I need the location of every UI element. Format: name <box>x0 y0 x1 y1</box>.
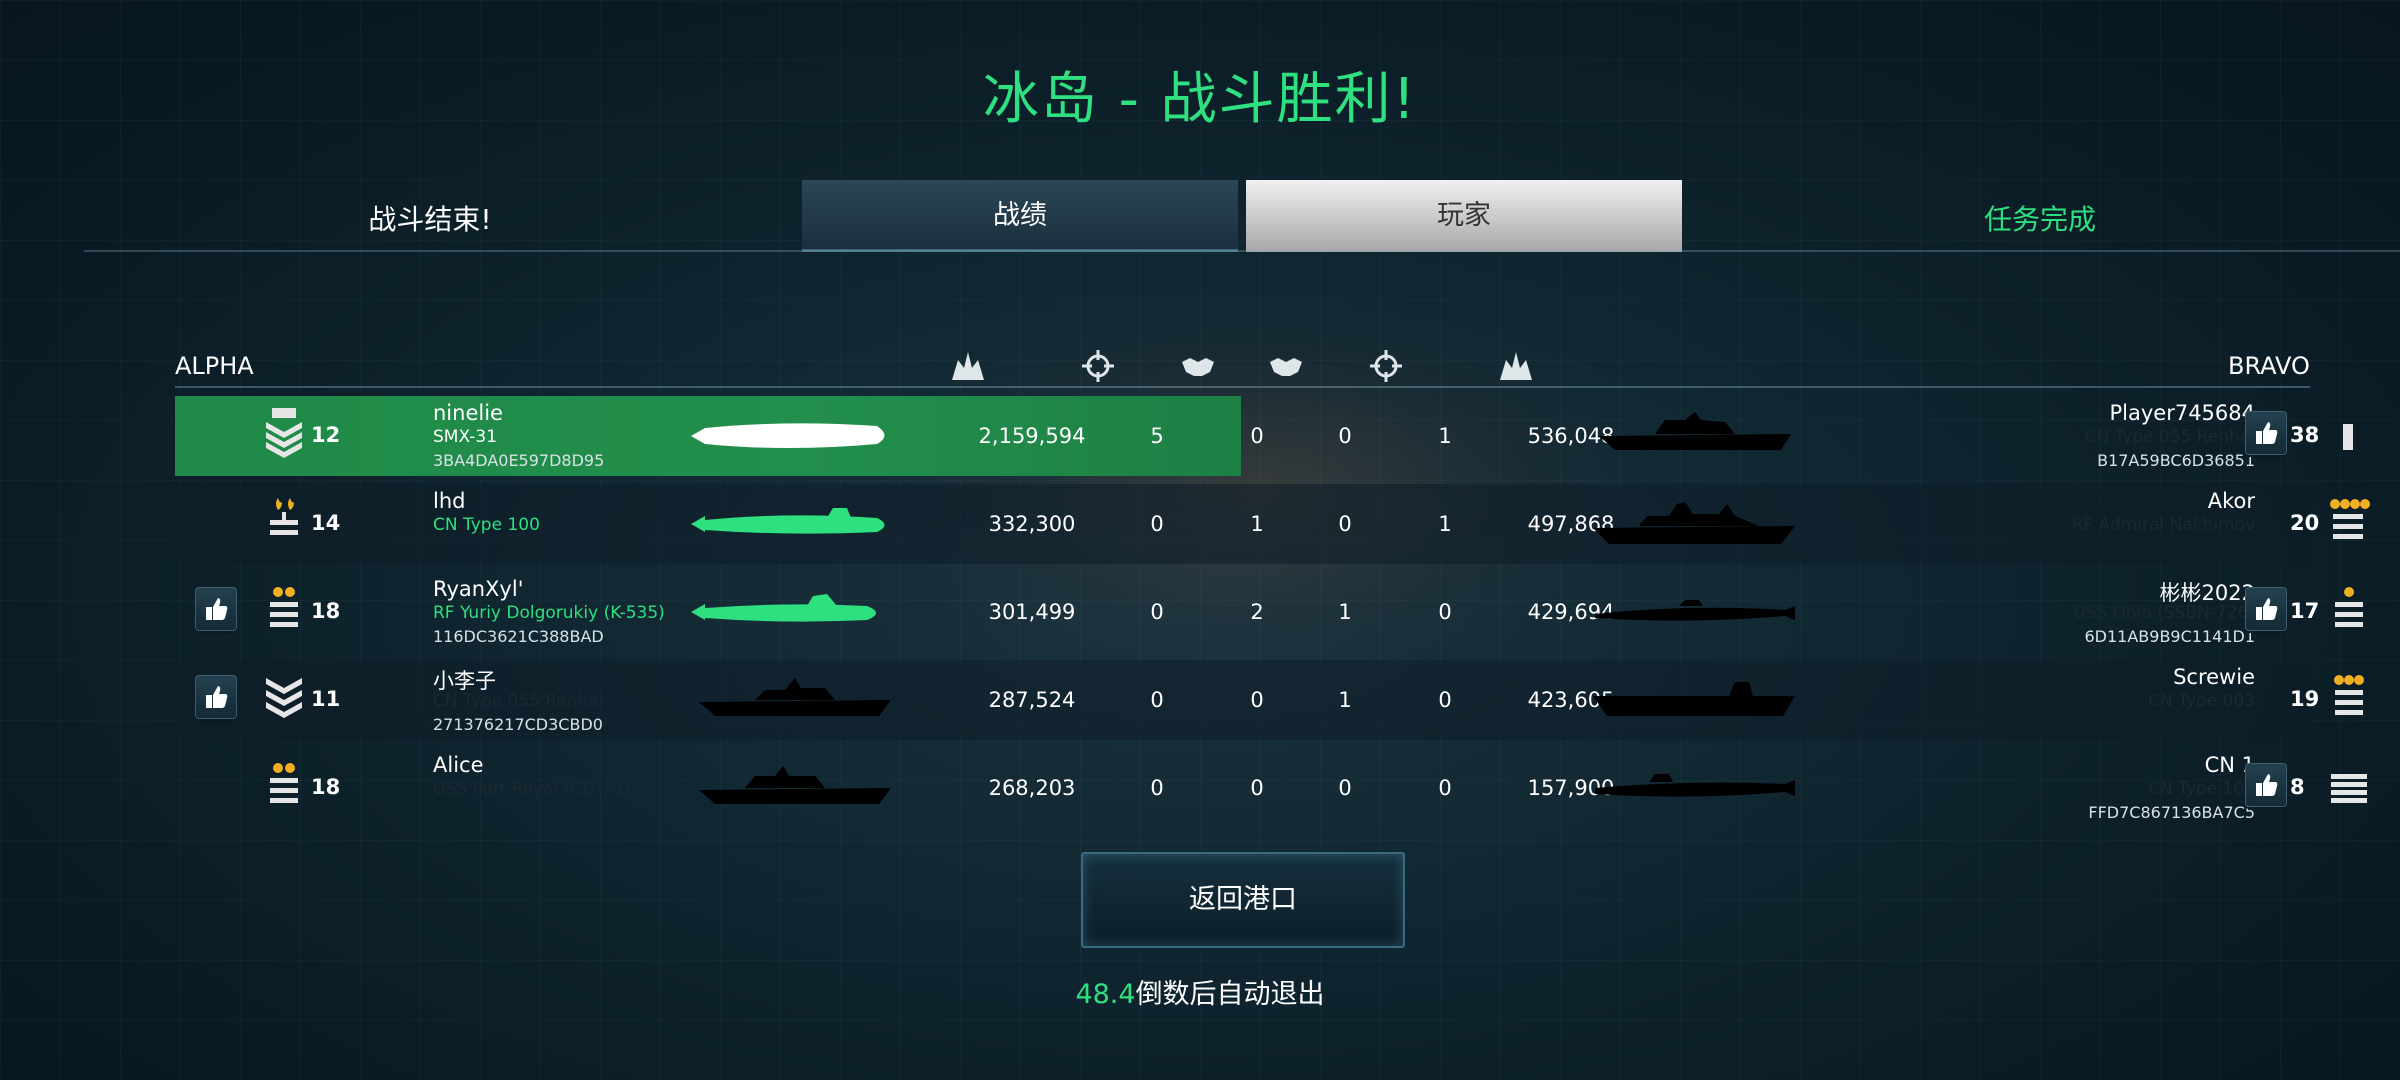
kills-value: 0 <box>1438 688 1452 712</box>
two-medal-rank-icon <box>260 758 308 818</box>
player-id: FFD7C867136BA7C5 <box>2088 803 2255 822</box>
submarine-silhouette <box>691 508 885 534</box>
battle-result-title: 冰岛 - 战斗胜利! <box>982 67 1418 132</box>
one-medal-rank-icon <box>2325 582 2373 642</box>
team-bravo-label: BRAVO <box>2228 352 2310 380</box>
submarine-silhouette <box>691 423 885 448</box>
battle-over-label: 战斗结束! <box>368 203 492 236</box>
player-level: 14 <box>311 511 341 535</box>
damage-value: 2,159,594 <box>978 424 1086 448</box>
tab-players[interactable]: 玩家 <box>1246 180 1682 252</box>
kills-value: 1 <box>1438 424 1452 448</box>
player-level: 18 <box>311 599 341 623</box>
assist-icon <box>1268 348 1304 384</box>
chevron-rank-icon <box>260 670 308 730</box>
countdown-text: 倒数后自动退出 <box>1135 979 1325 1010</box>
table-row: 12 ninelie SMX-31 3BA4DA0E597D8D95 2,159… <box>175 396 2353 476</box>
four-medal-rank-icon <box>2325 494 2373 554</box>
stripes-rank-icon <box>2325 758 2373 818</box>
return-to-port-button[interactable]: 返回港口 <box>1081 852 1405 948</box>
table-row: 14 lhd CN Type 100 332,300 0 1 0 1 497,8… <box>175 484 2370 564</box>
player-name: CN 1 <box>2204 753 2255 777</box>
damage-value: 268,203 <box>988 776 1076 800</box>
player-name: Screwie <box>2173 665 2255 689</box>
ship-name: SMX-31 <box>433 427 498 447</box>
player-level: 17 <box>2290 599 2320 623</box>
tab-stats[interactable]: 战绩 <box>802 180 1238 252</box>
auto-exit-countdown: 48.4倒数后自动退出 <box>0 972 2400 1011</box>
three-medal-rank-icon <box>2325 670 2373 730</box>
player-level: 38 <box>2290 423 2320 447</box>
ship-name: CN Type 100 <box>2148 779 2255 799</box>
two-medal-rank-icon <box>260 582 308 642</box>
ship-name: CN Type 055 Renhai <box>2084 427 2256 447</box>
mission-complete-label[interactable]: 任务完成 <box>1940 198 2140 238</box>
player-name: Player745684 <box>2109 401 2255 425</box>
like-button[interactable] <box>2245 763 2287 807</box>
player-id: B17A59BC6D36851 <box>2097 451 2255 470</box>
player-name: Alice <box>433 753 484 777</box>
player-id: 271376217CD3CBD0 <box>433 715 603 734</box>
player-id: 116DC3621C388BAD <box>433 627 604 646</box>
chevron-rank-icon <box>260 406 308 466</box>
target-icon <box>1080 348 1116 384</box>
damage-icon <box>1498 348 1534 384</box>
team-alpha-label: ALPHA <box>175 352 254 380</box>
ship-name: CN Type 100 <box>433 515 540 535</box>
ship-silhouette <box>699 678 891 716</box>
player-level: 19 <box>2290 687 2320 711</box>
target-icon <box>1368 348 1404 384</box>
ship-silhouette <box>1593 502 1795 544</box>
submarine-silhouette <box>1595 774 1795 797</box>
player-name: Akor <box>2207 489 2255 513</box>
like-button[interactable] <box>195 587 237 631</box>
kills-value: 0 <box>1438 600 1452 624</box>
bar-rank-icon <box>2325 406 2373 466</box>
top-bar: 战斗结束! 战绩 玩家 任务完成 <box>0 180 2400 252</box>
damage-value: 287,524 <box>988 688 1076 712</box>
damage-icon <box>950 348 986 384</box>
like-button[interactable] <box>2245 411 2287 455</box>
submarine-silhouette <box>1595 600 1795 621</box>
ship-silhouette <box>699 766 891 804</box>
header-divider <box>175 386 2310 388</box>
kills-value: 1 <box>1438 512 1452 536</box>
countdown-seconds: 48.4 <box>1075 979 1136 1010</box>
table-row: 18 Alice USS Port Royal (CG-73) 268,203 … <box>175 748 2367 828</box>
player-name: RyanXyl' <box>433 577 524 601</box>
submarine-silhouette <box>691 594 876 622</box>
player-level: 18 <box>311 775 341 799</box>
top-divider <box>84 250 2400 252</box>
ship-silhouette <box>1599 412 1791 450</box>
player-level: 12 <box>311 423 341 447</box>
carrier-silhouette <box>1593 682 1795 716</box>
kills-value: 0 <box>1438 776 1452 800</box>
damage-value: 301,499 <box>988 600 1076 624</box>
table-row: 11 小李子 CN Type 055 Renhai 271376217CD3CB… <box>175 660 2364 740</box>
player-level: 11 <box>311 687 341 711</box>
assist-icon <box>1180 348 1216 384</box>
ship-name: CN Type 055 Renhai <box>433 691 604 711</box>
ship-name: RF Yuriy Dolgorukiy (K-535) <box>433 603 665 623</box>
like-button[interactable] <box>195 675 237 719</box>
player-id: 6D11AB9B9C1141D1 <box>2084 627 2255 646</box>
flame-rank-icon <box>260 494 308 554</box>
ship-name: CN Type 003 <box>2148 691 2255 711</box>
table-row: 18 RyanXyl' RF Yuriy Dolgorukiy (K-535) … <box>175 572 2363 652</box>
ship-name: USS Port Royal (CG-73) <box>433 779 630 799</box>
ship-name: RF Admiral Nakhimov <box>2071 515 2255 535</box>
player-name: lhd <box>433 489 466 513</box>
damage-value: 332,300 <box>988 512 1076 536</box>
player-name: ninelie <box>433 401 503 425</box>
player-level: 20 <box>2290 511 2320 535</box>
player-level: 8 <box>2290 775 2305 799</box>
like-button[interactable] <box>2245 587 2287 631</box>
ship-name: USS Ohio (SSBN-726) <box>2073 603 2255 623</box>
player-id: 3BA4DA0E597D8D95 <box>433 451 605 470</box>
